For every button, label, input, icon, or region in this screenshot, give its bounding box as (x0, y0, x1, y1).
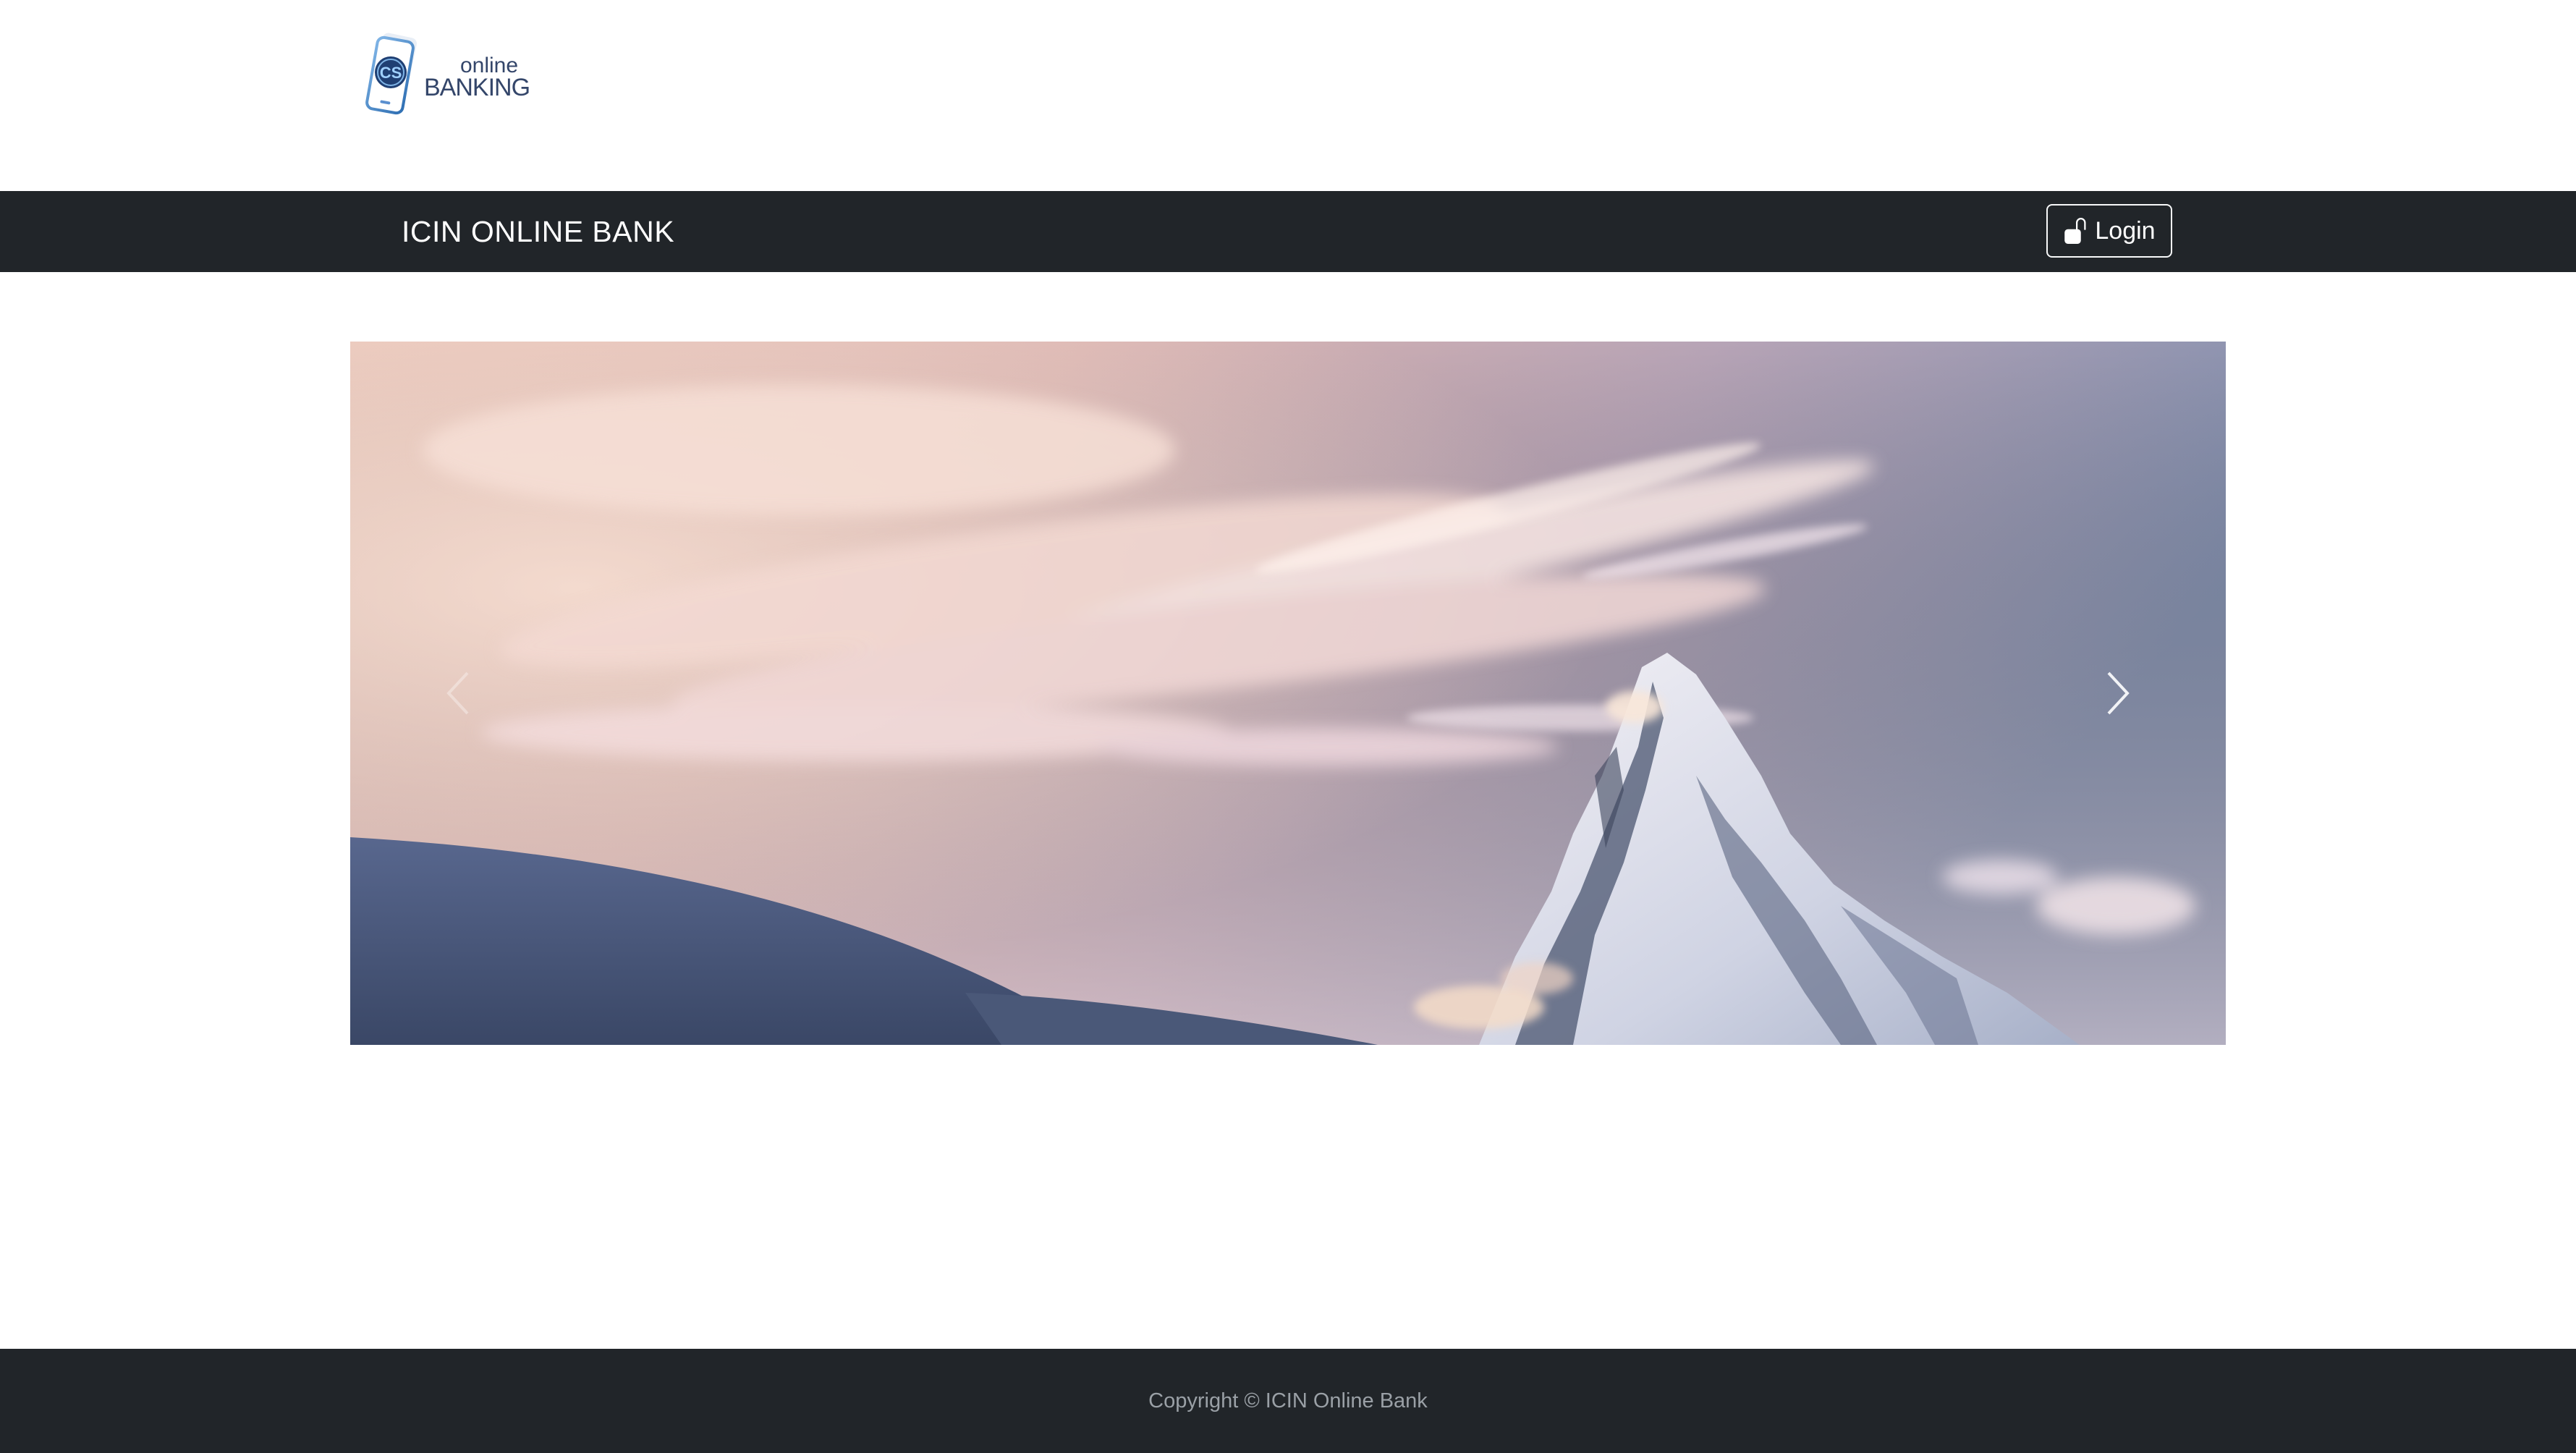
logo-wordmark: online BANKING (424, 55, 530, 101)
carousel-prev-button[interactable] (350, 342, 567, 1045)
hero-carousel (350, 342, 2226, 1045)
svg-text:CS: CS (380, 64, 402, 82)
login-button[interactable]: Login (2046, 204, 2172, 258)
navbar-brand[interactable]: ICIN ONLINE BANK (402, 191, 674, 272)
unlock-icon (2064, 218, 2086, 244)
phone-coin-icon: CS (365, 33, 417, 115)
page-footer: Copyright © ICIN Online Bank (0, 1349, 2576, 1453)
chevron-left-icon (446, 672, 469, 715)
top-navbar: ICIN ONLINE BANK Login (0, 191, 2576, 272)
chevron-right-icon (2107, 672, 2130, 715)
footer-copyright: Copyright © ICIN Online Bank (1148, 1389, 1428, 1412)
login-button-label: Login (2095, 216, 2156, 245)
logo-line-banking: BANKING (424, 74, 530, 101)
brand-logo[interactable]: CS online BANKING (362, 30, 530, 124)
carousel-slide-image (350, 342, 2226, 1045)
carousel-next-button[interactable] (2009, 342, 2226, 1045)
logo-header: CS online BANKING (0, 0, 2576, 191)
